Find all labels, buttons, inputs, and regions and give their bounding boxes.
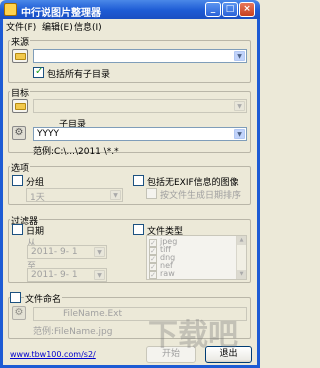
- target-folder-button[interactable]: [12, 99, 28, 113]
- watermark-logo: 下载吧: [148, 318, 238, 353]
- folder-icon: [15, 53, 26, 60]
- filetype-name: raw: [160, 269, 175, 278]
- chevron-down-icon[interactable]: ▼: [94, 270, 105, 280]
- subdir-value: YYYY: [37, 129, 59, 139]
- group-interval-value: 1天: [30, 193, 45, 203]
- source-path-combo[interactable]: ▼: [33, 49, 247, 63]
- checkmark-icon: ✓: [35, 66, 44, 77]
- minimize-button[interactable]: _: [205, 2, 221, 17]
- naming-group-label: 文件命名: [24, 292, 63, 305]
- subdir-combo[interactable]: YYYY ▼: [33, 127, 247, 141]
- scroll-up-icon[interactable]: ▲: [237, 236, 246, 245]
- gear-icon[interactable]: ⚙: [12, 306, 26, 320]
- naming-example: 范例:FileName.jpg: [33, 327, 113, 337]
- source-group-label: 来源: [10, 35, 31, 48]
- group-checkbox[interactable]: [12, 175, 23, 186]
- menu-edit[interactable]: 编辑(E): [42, 20, 73, 33]
- sort-by-filetime-label: 按文件生成日期排序: [160, 191, 242, 201]
- target-group-label: 目标: [10, 86, 31, 99]
- menu-info[interactable]: 信息(I): [74, 20, 102, 33]
- checkmark-icon: ✓: [149, 271, 157, 279]
- app-icon: [4, 3, 17, 16]
- menu-bar: 文件(F) 编辑(E) 信息(I): [3, 19, 257, 33]
- include-no-exif-checkbox[interactable]: [133, 175, 144, 186]
- folder-icon: [15, 103, 26, 110]
- date-from-value: 2011- 9- 1: [31, 247, 78, 257]
- maximize-button[interactable]: □: [222, 2, 238, 17]
- scroll-down-icon[interactable]: ▼: [237, 270, 246, 279]
- target-path-combo[interactable]: ▼: [33, 99, 247, 113]
- chevron-down-icon[interactable]: ▼: [234, 51, 245, 61]
- source-folder-button[interactable]: [12, 49, 28, 63]
- date-to-value: 2011- 9- 1: [31, 270, 78, 280]
- menu-file[interactable]: 文件(F): [6, 20, 36, 33]
- filetype-scrollbar[interactable]: ▲ ▼: [236, 236, 246, 279]
- title-bar[interactable]: 中行说图片整理器 _ □ ×: [0, 0, 260, 19]
- date-to-picker[interactable]: 2011- 9- 1 ▼: [27, 268, 107, 282]
- chevron-down-icon[interactable]: ▼: [94, 247, 105, 257]
- include-no-exif-label: 包括无EXIF信息的图像: [147, 178, 239, 188]
- list-item[interactable]: ✓ raw: [149, 269, 175, 279]
- naming-pattern-value: FileName.Ext: [63, 309, 123, 319]
- include-subdirs-checkbox[interactable]: ✓: [33, 66, 44, 78]
- include-subdirs-label: 包括所有子目录: [47, 70, 111, 80]
- naming-checkbox[interactable]: [10, 292, 21, 303]
- chevron-down-icon[interactable]: ▼: [234, 129, 245, 139]
- gear-icon[interactable]: ⚙: [12, 126, 26, 140]
- sort-by-filetime-checkbox[interactable]: [146, 188, 157, 199]
- group-interval-combo[interactable]: 1天 ▼: [26, 188, 123, 203]
- date-filter-checkbox[interactable]: [12, 224, 23, 235]
- chevron-down-icon[interactable]: ▼: [110, 190, 121, 200]
- filetype-list[interactable]: ✓ jpeg ✓ tiff ✓ dng ✓ nef ✓ raw ▲ ▼: [146, 235, 247, 280]
- group-label: 分组: [26, 178, 45, 188]
- window-title: 中行说图片整理器: [21, 8, 101, 19]
- target-example: 范例:C:\...\2011 \*.*: [33, 147, 119, 157]
- filetype-filter-checkbox[interactable]: [133, 224, 144, 235]
- chevron-down-icon[interactable]: ▼: [234, 101, 245, 111]
- date-from-picker[interactable]: 2011- 9- 1 ▼: [27, 245, 107, 259]
- options-group-label: 选项: [10, 161, 31, 174]
- website-link[interactable]: www.tbw100.com/s2/: [10, 350, 96, 359]
- close-button[interactable]: ×: [239, 2, 255, 17]
